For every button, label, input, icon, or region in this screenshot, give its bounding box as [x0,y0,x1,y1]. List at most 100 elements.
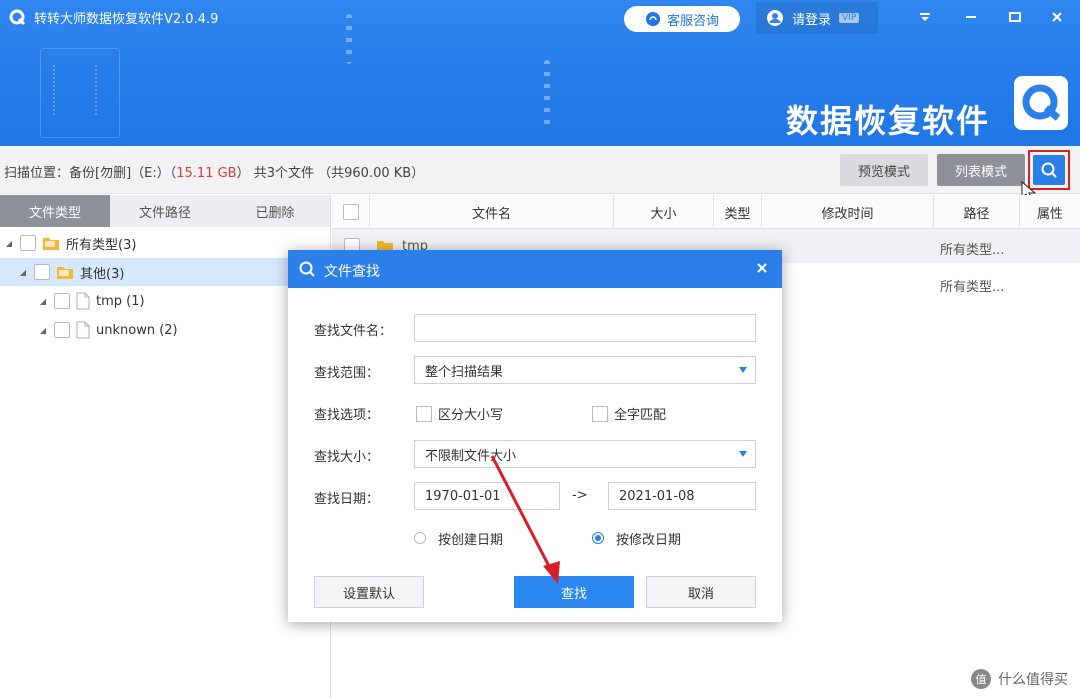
tree-expand-icon[interactable]: ◢ [4,238,14,248]
col-modified[interactable]: 修改时间 [762,195,934,229]
scan-file-count: ） 共3个文件 （共960.00 KB） [236,166,425,181]
customer-service-button[interactable]: 客服咨询 [624,6,740,32]
header-decoration [40,48,120,138]
minimize-button[interactable] [960,6,982,28]
table-header: 文件名 大小 类型 修改时间 路径 属性 [332,195,1080,229]
by-modified-label: 按修改日期 [616,533,682,548]
col-size[interactable]: 大小 [614,195,714,229]
tab-file-type[interactable]: 文件类型 [0,195,110,227]
tree-checkbox[interactable] [54,293,70,309]
dialog-close-icon[interactable] [754,260,770,276]
maximize-icon [1009,12,1021,22]
chevron-down-icon [739,367,747,373]
scan-size: 15.11 GB [176,166,237,181]
dialog-title-bar: 文件查找 [288,250,782,288]
scan-location-prefix: 扫描位置：备份[勿删]（E:）（ [4,166,177,181]
header-select-all[interactable] [332,195,370,229]
tree-checkbox[interactable] [54,322,70,338]
watermark-logo-icon: 值 [971,669,991,689]
file-icon [76,292,90,310]
search-icon [1041,162,1057,178]
size-select-value: 不限制文件大小 [425,448,517,464]
vip-badge: VIP [839,13,860,23]
scope-select-value: 整个扫描结果 [425,364,504,380]
tree-item-label: tmp (1) [96,293,145,309]
tree-item-all-types[interactable]: ◢ 所有类型(3) [0,229,331,257]
customer-service-label: 客服咨询 [666,13,719,29]
tree-item-tmp[interactable]: ◢ tmp (1) [0,287,331,315]
folder-icon [57,267,73,279]
site-watermark: 值 什么值得买 [970,668,1068,690]
headset-icon [645,12,660,26]
date-from-input[interactable]: 1970-01-01 [414,482,560,510]
date-label: 查找日期： [314,492,380,507]
watermark-text: 什么值得买 [998,672,1068,688]
size-label: 查找大小： [314,450,380,465]
user-avatar-icon [767,10,783,26]
tree-item-label: unknown (2) [96,322,178,338]
scope-select[interactable]: 整个扫描结果 [414,356,756,384]
close-button[interactable] [1046,6,1068,28]
by-modified-radio[interactable] [592,532,604,544]
options-label: 查找选项： [314,408,380,423]
row-path: 所有类型... [940,280,1005,295]
tree-item-unknown[interactable]: ◢ unknown (2) [0,316,331,344]
svg-text:值: 值 [976,673,987,686]
select-all-checkbox[interactable] [342,204,359,220]
login-button[interactable]: 请登录 VIP [756,2,878,34]
title-bar: 转转大师数据恢复软件V2.0.4.9 客服咨询 请登录 VIP 数据恢复软件 [0,0,1080,146]
header-dots [544,60,550,130]
app-logo-icon [9,9,26,26]
by-created-radio[interactable] [414,532,426,544]
tab-file-path[interactable]: 文件路径 [110,195,220,227]
maximize-button[interactable] [1004,6,1026,28]
tree-expand-icon[interactable]: ◢ [38,296,48,306]
login-label: 请登录 [792,12,832,28]
tree-item-label: 所有类型(3) [66,237,137,253]
tree-item-other[interactable]: ◢ 其他(3) [0,258,331,286]
case-sensitive-checkbox[interactable] [416,406,432,422]
size-select[interactable]: 不限制文件大小 [414,440,756,468]
folder-icon [43,238,59,250]
brand-logo-icon [1014,76,1068,130]
row-path: 所有类型... [940,243,1005,258]
search-submit-button[interactable]: 查找 [514,576,634,608]
col-filename[interactable]: 文件名 [370,195,614,229]
whole-word-checkbox[interactable] [592,406,608,422]
dropdown-menu-icon [920,13,930,21]
menu-button[interactable] [914,6,936,28]
tree-expand-icon[interactable]: ◢ [18,267,28,277]
date-to-input[interactable]: 2021-01-08 [608,482,756,510]
cancel-button[interactable]: 取消 [646,576,756,608]
tab-deleted[interactable]: 已删除 [220,195,330,227]
whole-word-label: 全字匹配 [614,408,667,423]
search-icon [299,261,315,277]
col-path[interactable]: 路径 [934,195,1020,229]
tree-checkbox[interactable] [34,264,50,280]
tree-checkbox[interactable] [20,235,36,251]
col-type[interactable]: 类型 [714,195,762,229]
scan-location-text: 扫描位置：备份[勿删]（E:）（15.11 GB） 共3个文件 （共960.00… [4,162,424,181]
preview-mode-button[interactable]: 预览模式 [840,154,928,186]
list-mode-button[interactable]: 列表模式 [937,154,1025,186]
case-sensitive-label: 区分大小写 [438,408,504,423]
tree-item-label: 其他(3) [80,266,125,282]
date-separator: -> [572,488,588,503]
col-attributes[interactable]: 属性 [1020,195,1080,229]
left-tabs: 文件类型 文件路径 已删除 [0,195,330,227]
filename-label: 查找文件名： [314,324,393,339]
left-panel: 文件类型 文件路径 已删除 ◢ 所有类型(3) ◢ 其他(3) ◢ tmp (1… [0,195,331,698]
by-created-label: 按创建日期 [438,533,504,548]
file-icon [76,321,90,339]
app-title: 转转大师数据恢复软件V2.0.4.9 [34,12,219,27]
tree-expand-icon[interactable]: ◢ [38,325,48,335]
header-dots [346,14,352,64]
scope-label: 查找范围： [314,366,380,381]
file-search-dialog: 文件查找 查找文件名： 查找范围： 整个扫描结果 查找选项： 区分大小写 全字匹… [288,250,782,622]
set-default-button[interactable]: 设置默认 [314,576,424,608]
minimize-icon [966,16,976,18]
dialog-title: 文件查找 [324,264,380,280]
scan-info-bar: 扫描位置：备份[勿删]（E:）（15.11 GB） 共3个文件 （共960.00… [0,146,1080,194]
brand-slogan: 数据恢复软件 [786,102,991,140]
filename-input[interactable] [414,314,756,342]
